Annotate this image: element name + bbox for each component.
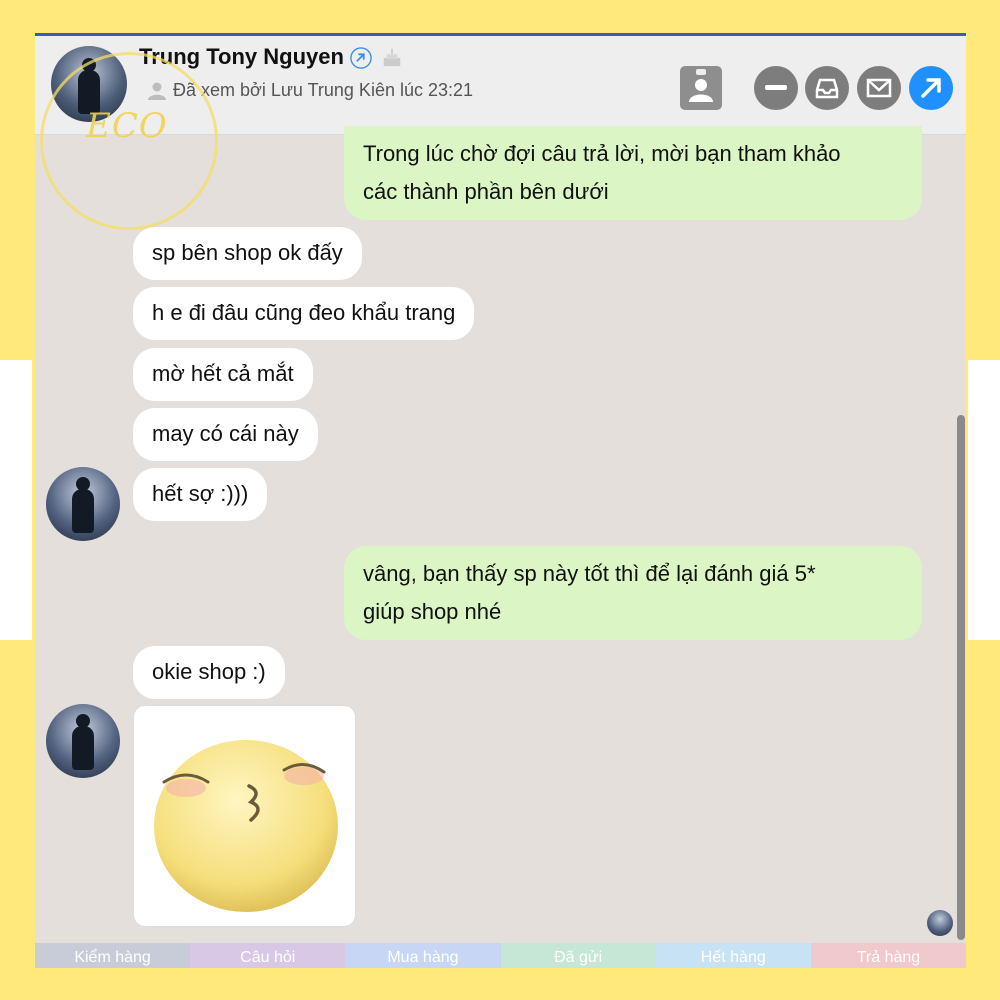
scrollbar-thumb[interactable] xyxy=(957,415,965,940)
open-conversation-button[interactable] xyxy=(909,66,953,110)
message-incoming: mờ hết cả mắt xyxy=(133,348,313,401)
tab-cau-hoi[interactable]: Câu hỏi xyxy=(190,943,346,968)
link-icon[interactable] xyxy=(350,47,372,69)
message-outgoing: Trong lúc chờ đợi câu trả lời, mời bạn t… xyxy=(344,126,922,220)
message-incoming: hết sợ :))) xyxy=(133,468,268,521)
message-text: vâng, bạn thấy sp này tốt thì để lại đán… xyxy=(363,561,816,586)
message-text: may có cái này xyxy=(152,421,299,446)
message-incoming: h e đi đâu cũng đeo khẩu trang xyxy=(133,287,475,340)
seen-text: Đã xem bởi Lưu Trung Kiên lúc 23:21 xyxy=(173,80,474,100)
sender-avatar[interactable] xyxy=(46,704,120,778)
message-outgoing: vâng, bạn thấy sp này tốt thì để lại đán… xyxy=(344,546,922,640)
tab-da-gui[interactable]: Đã gửi xyxy=(500,943,656,968)
person-icon xyxy=(148,82,166,100)
minus-icon xyxy=(765,85,787,90)
message-text: sp bên shop ok đấy xyxy=(152,240,343,265)
sender-avatar[interactable] xyxy=(46,467,120,541)
message-text: giúp shop nhé xyxy=(363,599,502,624)
message-incoming: sp bên shop ok đấy xyxy=(133,227,362,280)
message-text: các thành phần bên dưới xyxy=(363,179,609,204)
kiss-sticker[interactable] xyxy=(133,705,356,927)
message-text: h e đi đâu cũng đeo khẩu trang xyxy=(152,300,456,325)
message-text: hết sợ :))) xyxy=(152,481,249,506)
tab-kiem-hang[interactable]: Kiểm hàng xyxy=(35,943,191,968)
eco-watermark-text: ECO xyxy=(86,106,168,146)
minimize-button[interactable] xyxy=(754,66,798,110)
frame-band-left xyxy=(0,360,32,640)
contact-card-icon[interactable] xyxy=(680,66,722,110)
inbox-icon xyxy=(815,78,839,99)
tab-tra-hang[interactable]: Trả hàng xyxy=(810,943,966,968)
message-text: Trong lúc chờ đợi câu trả lời, mời bạn t… xyxy=(363,141,841,166)
contact-name[interactable]: Trung Tony Nguyen xyxy=(139,44,344,70)
tab-mua-hang[interactable]: Mua hàng xyxy=(345,943,501,968)
chat-window: Trung Tony Nguyen Đã xem bởi Lưu Trung K… xyxy=(35,33,966,968)
mail-button[interactable] xyxy=(857,66,901,110)
seen-status: Đã xem bởi Lưu Trung Kiên lúc 23:21 xyxy=(147,80,473,101)
arrow-up-right-icon xyxy=(921,78,941,98)
frame-band-right xyxy=(968,360,1000,640)
mail-icon xyxy=(866,78,892,98)
chat-header: Trung Tony Nguyen Đã xem bởi Lưu Trung K… xyxy=(35,36,966,135)
message-text: mờ hết cả mắt xyxy=(152,361,294,386)
message-text: okie shop :) xyxy=(152,659,266,684)
inbox-button[interactable] xyxy=(805,66,849,110)
tab-het-hang[interactable]: Hết hàng xyxy=(655,943,811,968)
label-tabs: Kiểm hàng Câu hỏi Mua hàng Đã gửi Hết hà… xyxy=(35,943,966,968)
kiss-emoji-icon xyxy=(154,740,338,912)
birthday-cake-icon xyxy=(383,48,401,67)
seen-by-avatar xyxy=(927,910,953,936)
chat-scrollbar[interactable] xyxy=(957,135,965,940)
message-incoming: okie shop :) xyxy=(133,646,285,699)
message-incoming: may có cái này xyxy=(133,408,318,461)
